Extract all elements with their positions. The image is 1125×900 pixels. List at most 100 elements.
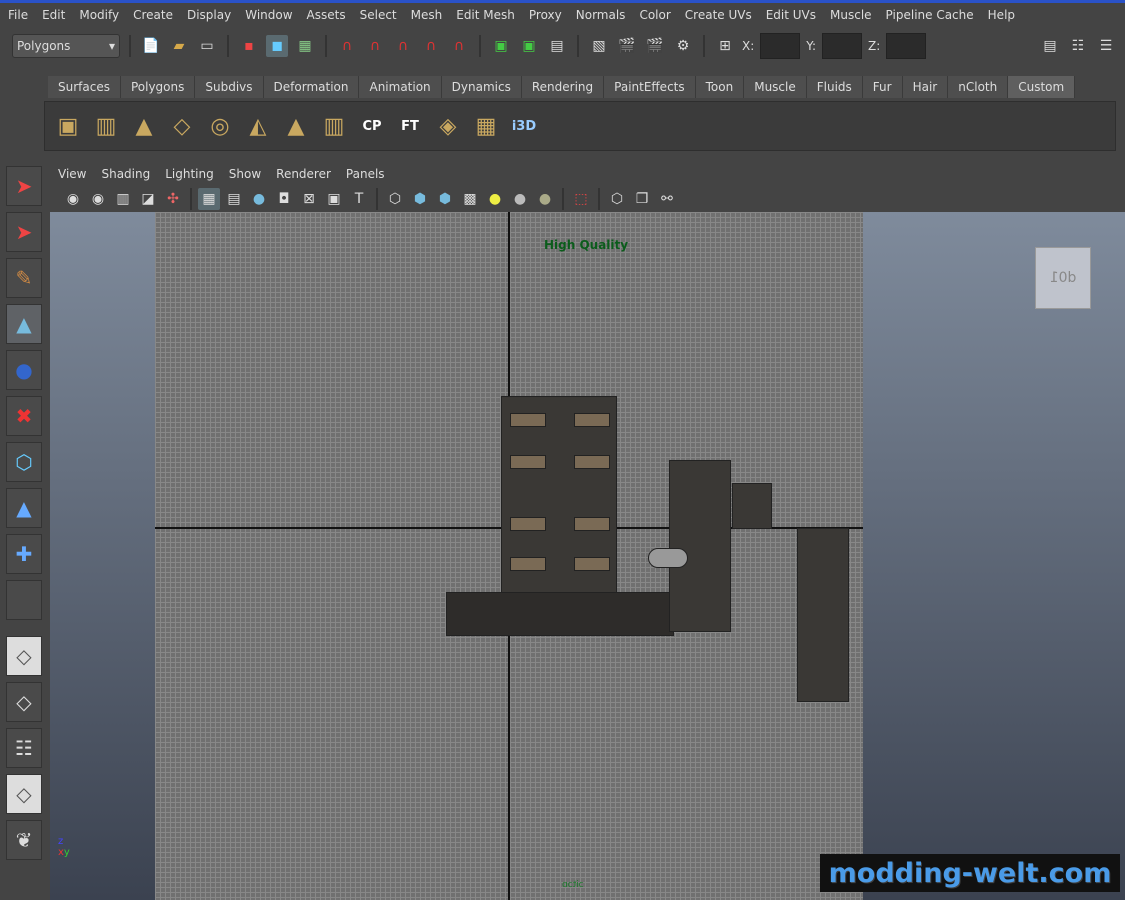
menu-mesh[interactable]: Mesh — [411, 8, 443, 22]
xray-joints-icon[interactable]: ❐ — [631, 188, 653, 210]
high-quality-icon[interactable]: ● — [534, 188, 556, 210]
save-scene-icon[interactable]: ▭ — [196, 35, 218, 57]
last-tool-icon[interactable]: ✚ — [6, 534, 42, 574]
smooth-shade-icon[interactable]: ⬢ — [409, 188, 431, 210]
plane-icon[interactable]: ◇ — [167, 110, 197, 142]
construction-history-icon[interactable]: ▤ — [546, 35, 568, 57]
uv-grid-icon[interactable]: ▦ — [471, 110, 501, 142]
pyramid-icon[interactable]: ▲ — [281, 110, 311, 142]
use-all-lights-icon[interactable]: ● — [484, 188, 506, 210]
menu-normals[interactable]: Normals — [576, 8, 626, 22]
menu-select[interactable]: Select — [360, 8, 397, 22]
select-component-icon[interactable]: ▦ — [294, 35, 316, 57]
gate-mask-icon[interactable]: ◘ — [273, 188, 295, 210]
menu-proxy[interactable]: Proxy — [529, 8, 562, 22]
ft-icon[interactable]: FT — [395, 110, 425, 142]
attribute-editor-icon[interactable]: ▤ — [1039, 35, 1061, 57]
shelf-tab-fluids[interactable]: Fluids — [806, 76, 863, 98]
open-scene-icon[interactable]: ▰ — [168, 35, 190, 57]
empty-tool-slot[interactable] — [6, 580, 42, 620]
rotate-tool-icon[interactable]: ● — [6, 350, 42, 390]
textured-icon[interactable]: ▩ — [459, 188, 481, 210]
xray-components-icon[interactable]: ⚯ — [656, 188, 678, 210]
shelf-tab-rendering[interactable]: Rendering — [521, 76, 605, 98]
film-gate-icon[interactable]: ▤ — [223, 188, 245, 210]
menu-set-dropdown[interactable]: Polygons ▾ — [12, 34, 120, 58]
z-field[interactable] — [886, 33, 927, 59]
menu-help[interactable]: Help — [988, 8, 1015, 22]
shelf-tab-animation[interactable]: Animation — [359, 76, 442, 98]
xray-icon[interactable]: ⬡ — [606, 188, 628, 210]
grid-toggle-icon[interactable]: ▦ — [198, 188, 220, 210]
i3d-icon[interactable]: i3D — [509, 110, 539, 142]
select-hierarchy-icon[interactable]: ▪ — [238, 35, 260, 57]
snap-grid-icon[interactable]: ∩ — [336, 35, 358, 57]
panel-menu-shading[interactable]: Shading — [101, 167, 150, 181]
cube-icon[interactable]: ▣ — [53, 110, 83, 142]
shelf-tab-toon[interactable]: Toon — [695, 76, 745, 98]
manipulator-tool-icon[interactable]: ⬡ — [6, 442, 42, 482]
panel-menu-show[interactable]: Show — [229, 167, 261, 181]
render-settings-icon[interactable]: ⚙ — [672, 35, 694, 57]
make-live-icon[interactable]: ∩ — [448, 35, 470, 57]
render-icon[interactable]: 🎬 — [616, 35, 638, 57]
lasso-tool-icon[interactable]: ➤ — [6, 212, 42, 252]
wireframe-on-shaded-icon[interactable]: ⬢ — [434, 188, 456, 210]
small-box[interactable] — [732, 483, 772, 529]
shelf-tab-dynamics[interactable]: Dynamics — [441, 76, 522, 98]
snap-curve-icon[interactable]: ∩ — [364, 35, 386, 57]
base-wall[interactable] — [446, 592, 674, 636]
image-plane-icon[interactable]: ◪ — [137, 188, 159, 210]
y-field[interactable] — [822, 33, 863, 59]
tall-pillar[interactable] — [797, 528, 849, 702]
select-object-icon[interactable]: ◼ — [266, 35, 288, 57]
top-view-viewport[interactable]: High Quality d01 z xy ɔitɔɒ modding-welt.… — [50, 212, 1125, 900]
torus-icon[interactable]: ◎ — [205, 110, 235, 142]
menu-assets[interactable]: Assets — [307, 8, 346, 22]
select-tool-icon[interactable]: ➤ — [6, 166, 42, 206]
uv-icon[interactable]: ◈ — [433, 110, 463, 142]
x-field[interactable] — [760, 33, 801, 59]
render-view-icon[interactable]: ▧ — [588, 35, 610, 57]
cylinder-icon[interactable]: ▥ — [91, 110, 121, 142]
shelf-tab-custom[interactable]: Custom — [1008, 76, 1076, 98]
graph-layout-icon[interactable]: ◇ — [6, 774, 42, 814]
shelf-tab-polygons[interactable]: Polygons — [120, 76, 196, 98]
camera-select-icon[interactable]: ◉ — [62, 188, 84, 210]
output-ops-icon[interactable]: ▣ — [518, 35, 540, 57]
building-main[interactable] — [501, 396, 617, 596]
new-scene-icon[interactable]: 📄 — [140, 35, 162, 57]
machine-block[interactable] — [669, 460, 731, 632]
menu-display[interactable]: Display — [187, 8, 231, 22]
shelf-tab-painteffects[interactable]: PaintEffects — [604, 76, 696, 98]
snap-point-icon[interactable]: ∩ — [392, 35, 414, 57]
menu-pipeline-cache[interactable]: Pipeline Cache — [886, 8, 974, 22]
tool-settings-icon[interactable]: ☷ — [1067, 35, 1089, 57]
shelf-tab-hair[interactable]: Hair — [902, 76, 949, 98]
bookmarks-icon[interactable]: ▥ — [112, 188, 134, 210]
menu-window[interactable]: Window — [245, 8, 292, 22]
transform-field-icon[interactable]: ⊞ — [714, 35, 736, 57]
cone-icon[interactable]: ▲ — [129, 110, 159, 142]
cp-icon[interactable]: CP — [357, 110, 387, 142]
isolate-select-icon[interactable]: ⬚ — [570, 188, 592, 210]
pipe-icon[interactable]: ▥ — [319, 110, 349, 142]
single-perspective-layout-icon[interactable]: ◇ — [6, 636, 42, 676]
shelf-tab-subdivs[interactable]: Subdivs — [195, 76, 264, 98]
panel-menu-lighting[interactable]: Lighting — [165, 167, 214, 181]
shelf-tab-ncloth[interactable]: nCloth — [948, 76, 1009, 98]
shelf-tab-fur[interactable]: Fur — [862, 76, 903, 98]
two-d-pan-icon[interactable]: ✣ — [162, 188, 184, 210]
outliner-layout-icon[interactable]: ☷ — [6, 728, 42, 768]
view-cube[interactable]: d01 — [1035, 247, 1091, 309]
prism-icon[interactable]: ◭ — [243, 110, 273, 142]
panel-menu-renderer[interactable]: Renderer — [276, 167, 331, 181]
menu-create-uvs[interactable]: Create UVs — [685, 8, 752, 22]
shelf-tab-deformation[interactable]: Deformation — [263, 76, 360, 98]
field-chart-icon[interactable]: ⊠ — [298, 188, 320, 210]
shelf-tab-muscle[interactable]: Muscle — [744, 76, 807, 98]
menu-edit-mesh[interactable]: Edit Mesh — [456, 8, 515, 22]
wireframe-icon[interactable]: ⬡ — [384, 188, 406, 210]
input-ops-icon[interactable]: ▣ — [490, 35, 512, 57]
shadows-icon[interactable]: ● — [509, 188, 531, 210]
